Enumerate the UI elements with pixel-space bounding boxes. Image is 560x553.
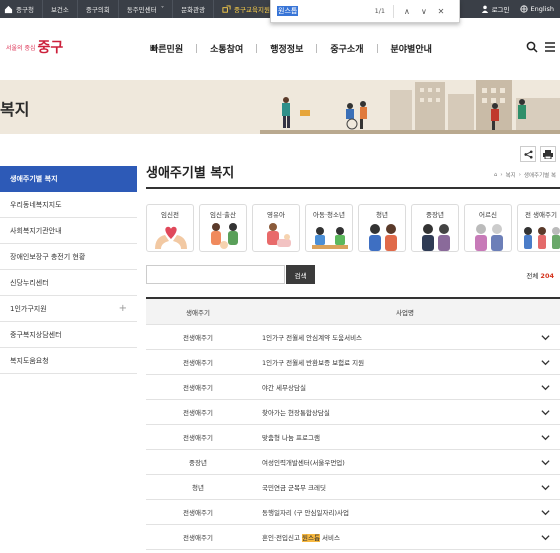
find-prev-button[interactable]: ∧: [402, 5, 412, 17]
share-icon: [523, 149, 533, 159]
main-navigation: 빠른민원 소통참여 행정정보 중구소개 분야별안내: [137, 42, 445, 55]
category-card[interactable]: 임신전: [146, 204, 194, 252]
language-link[interactable]: English: [519, 5, 554, 13]
find-next-button[interactable]: ∨: [419, 5, 429, 17]
share-button[interactable]: [520, 146, 536, 162]
home-icon[interactable]: ⌂: [494, 172, 498, 178]
search-input[interactable]: [146, 265, 285, 284]
life-cycle-categories: 임신전 임신·출산 영유아 아동·청소년 청년 중장년 어르신 전 생애주기: [146, 204, 560, 252]
table-header: 생애주기 사업명: [146, 299, 560, 325]
search-icon[interactable]: [526, 41, 538, 53]
all-ages-icon: [524, 227, 560, 249]
infant-icon: [267, 223, 291, 247]
banner-title: 복지: [0, 100, 30, 119]
breadcrumb-item[interactable]: 복지: [506, 171, 516, 179]
children-icon: [312, 227, 348, 249]
chevron-down-icon[interactable]: [541, 408, 550, 417]
page-title: 생애주기별 복지: [146, 166, 235, 181]
table-row[interactable]: 청년 국민연금 군복무 크레딧: [146, 475, 560, 500]
side-menu-item[interactable]: 중구복지상담센터: [0, 322, 137, 348]
category-card[interactable]: 영유아: [252, 204, 300, 252]
chevron-down-icon[interactable]: [541, 383, 550, 392]
hands-heart-icon: [155, 226, 187, 249]
chevron-down-icon[interactable]: [541, 333, 550, 342]
header-cycle: 생애주기: [186, 308, 210, 317]
topbar-link-council[interactable]: 중구의회: [78, 0, 119, 18]
middle-age-icon: [422, 224, 450, 251]
breadcrumb-separator: ›: [518, 172, 521, 178]
chevron-down-icon[interactable]: [541, 533, 550, 542]
breadcrumb-item: 생애주기별 복: [523, 173, 556, 179]
table-row[interactable]: 전생애주기 동행일자리 (구 안심일자리)사업: [146, 500, 560, 525]
side-menu-item[interactable]: 우리동네복지지도: [0, 192, 137, 218]
side-menu-item[interactable]: 생애주기별 복지: [0, 166, 137, 192]
print-icon: [543, 149, 553, 159]
breadcrumb-separator: ›: [500, 172, 503, 178]
banner-illustration: [260, 80, 560, 134]
side-menu-item[interactable]: 1인가구지원 +: [0, 296, 137, 322]
category-card[interactable]: 중장년: [411, 204, 459, 252]
find-close-button[interactable]: ✕: [436, 5, 446, 17]
category-card[interactable]: 청년: [358, 204, 406, 252]
total-count: 전체 204: [526, 272, 554, 280]
youth-icon: [369, 224, 397, 251]
chevron-down-icon[interactable]: [541, 358, 550, 367]
topbar-link-health[interactable]: 보건소: [43, 0, 78, 18]
header-icons: [526, 41, 556, 53]
find-input[interactable]: 원스톱: [277, 5, 352, 18]
nav-participation[interactable]: 소통참여: [197, 42, 256, 55]
find-divider: [393, 4, 394, 18]
page-banner: 복지: [0, 80, 560, 134]
senior-icon: [475, 224, 503, 251]
category-card[interactable]: 어르신: [464, 204, 512, 252]
topbar-link-junggu[interactable]: 중구청: [0, 0, 43, 18]
search-button[interactable]: 검색: [286, 265, 315, 284]
topbar-right: 로그인 English: [481, 0, 554, 18]
nav-quick-civil[interactable]: 빠른민원: [137, 42, 196, 55]
nav-admin-info[interactable]: 행정정보: [257, 42, 316, 55]
plus-icon[interactable]: +: [119, 303, 127, 314]
table-row[interactable]: 중장년 여성인력개발센터(서울우먼업): [146, 450, 560, 475]
user-icon: [481, 5, 488, 13]
chevron-down-icon[interactable]: [541, 458, 550, 467]
find-in-page-bar: 원스톱 1/1 ∧ ∨ ✕: [270, 0, 460, 23]
table-row[interactable]: 전생애주기 맞춤형 나눔 프로그램: [146, 425, 560, 450]
topbar-link-culture[interactable]: 문화관광: [173, 0, 215, 18]
search-highlight: 원스톱: [302, 534, 320, 542]
chevron-down-icon[interactable]: [541, 508, 550, 517]
home-icon: [4, 5, 13, 13]
external-link-icon: [222, 4, 231, 13]
find-match-count: 1/1: [374, 7, 386, 15]
nav-field-guide[interactable]: 분야별안내: [378, 42, 445, 55]
table-row[interactable]: 전생애주기 혼인·전입신고 원스톱 서비스: [146, 525, 560, 550]
table-row[interactable]: 전생애주기 1인가구 전월세 반환보증 보험료 지원: [146, 350, 560, 375]
category-card[interactable]: 임신·출산: [199, 204, 247, 252]
breadcrumb: ⌂ › 복지 › 생애주기별 복: [494, 171, 556, 179]
side-menu-item[interactable]: 장애인보장구 충전기 현황: [0, 244, 137, 270]
table-row[interactable]: 전생애주기 찾아가는 현장통합상담실: [146, 400, 560, 425]
side-menu-item[interactable]: 신당누리센터: [0, 270, 137, 296]
chevron-down-icon[interactable]: [541, 433, 550, 442]
pregnancy-icon: [211, 223, 238, 249]
side-menu-item[interactable]: 복지도움요청: [0, 348, 137, 374]
program-name: 혼인·전입신고 원스톱 서비스: [262, 534, 340, 542]
chevron-down-icon[interactable]: [541, 483, 550, 492]
title-underline: [146, 187, 560, 189]
side-menu-item[interactable]: 사회복지기관안내: [0, 218, 137, 244]
print-button[interactable]: [540, 146, 556, 162]
login-link[interactable]: 로그인: [481, 4, 510, 14]
welfare-program-table: 생애주기 사업명 전생애주기 1인가구 전월세 안심계약 도움서비스 전생애주기 1…: [146, 297, 560, 550]
nav-about[interactable]: 중구소개: [317, 42, 376, 55]
globe-icon: [519, 5, 528, 13]
site-logo[interactable]: 서울의 중심 중구: [6, 37, 63, 57]
table-row[interactable]: 전생애주기 야간 세무상담실: [146, 375, 560, 400]
chevron-down-icon: ˅: [160, 5, 165, 13]
category-card[interactable]: 아동·청소년: [305, 204, 353, 252]
side-menu: 생애주기별 복지 우리동네복지지도 사회복지기관안내 장애인보장구 충전기 현황…: [0, 166, 137, 374]
menu-icon[interactable]: [544, 41, 556, 53]
header-program: 사업명: [396, 308, 414, 317]
table-row[interactable]: 전생애주기 1인가구 전월세 안심계약 도움서비스: [146, 325, 560, 350]
category-card[interactable]: 전 생애주기: [517, 204, 560, 252]
topbar-link-dong[interactable]: 동주민센터 ˅: [119, 0, 174, 18]
